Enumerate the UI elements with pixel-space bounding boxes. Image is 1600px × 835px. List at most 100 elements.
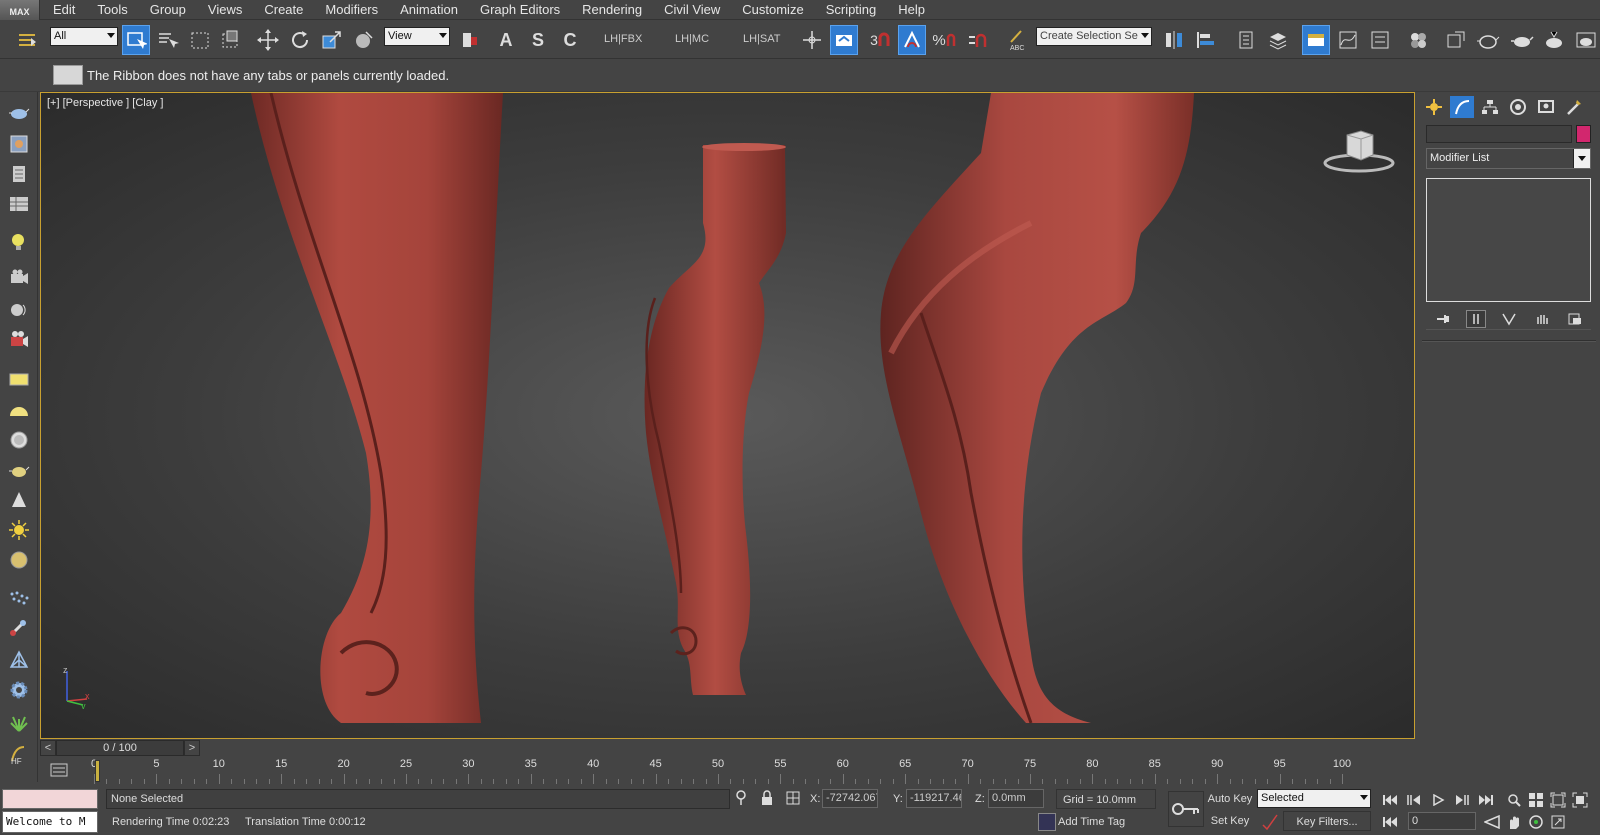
play-icon[interactable] (1428, 791, 1448, 809)
menu-modifiers[interactable]: Modifiers (314, 0, 389, 20)
chair-leg-middle[interactable] (644, 143, 786, 695)
scene-explorer-button[interactable] (1264, 25, 1292, 55)
render-setup-button[interactable] (1442, 25, 1470, 55)
scale-button[interactable] (318, 25, 346, 55)
chair-leg-left[interactable] (251, 93, 503, 723)
edit-named-selection-button[interactable]: ABC (1004, 25, 1032, 55)
maxscript-listener-output[interactable] (2, 789, 98, 809)
orbit-icon[interactable] (1526, 813, 1546, 831)
lh-mc-button[interactable]: LH|MC (675, 33, 709, 45)
menu-graph-editors[interactable]: Graph Editors (469, 0, 571, 20)
object-name-field[interactable] (1426, 125, 1572, 143)
zoom-all-icon[interactable] (1526, 791, 1546, 809)
menu-edit[interactable]: Edit (42, 0, 86, 20)
mini-curve-editor-icon[interactable] (50, 762, 68, 778)
mesh-icon[interactable] (6, 648, 32, 672)
track-ruler[interactable]: 0 5 10 15 20 25 30 35 40 45 50 55 60 65 70 75 80 85 90 95 10… (91, 758, 1414, 784)
rotate-button[interactable] (286, 25, 314, 55)
lock-selection-icon[interactable] (758, 789, 776, 807)
menu-rendering[interactable]: Rendering (571, 0, 653, 20)
sound-icon[interactable] (6, 298, 32, 322)
field-of-view-icon[interactable] (1482, 813, 1502, 831)
schematic-view-button[interactable] (1366, 25, 1394, 55)
move-button[interactable] (254, 25, 282, 55)
pan-hand-icon[interactable] (1504, 813, 1524, 831)
current-frame-field[interactable]: 0 (1408, 812, 1476, 830)
menu-create[interactable]: Create (253, 0, 314, 20)
mirror-button[interactable] (1160, 25, 1188, 55)
teapot-primitive-icon[interactable] (6, 458, 32, 482)
modifier-stack[interactable] (1426, 178, 1591, 302)
rect-region-button[interactable] (186, 25, 214, 55)
place-button[interactable] (350, 25, 378, 55)
text-button-s[interactable]: S (524, 25, 552, 55)
zoom-icon[interactable] (1504, 791, 1524, 809)
material-editor-button[interactable] (1404, 25, 1432, 55)
table-icon[interactable] (6, 192, 32, 216)
next-frame-icon[interactable] (1452, 791, 1472, 809)
teapot-tool-icon[interactable] (6, 100, 32, 124)
pivot-center-button[interactable] (456, 25, 484, 55)
key-mode-toggle-icon[interactable] (1380, 813, 1400, 831)
percent-snap-toggle[interactable]: % (930, 25, 958, 55)
box-primitive-icon[interactable] (6, 367, 32, 391)
menu-scripting[interactable]: Scripting (815, 0, 888, 20)
make-unique-icon[interactable] (1499, 310, 1519, 328)
window-crossing-button[interactable] (216, 25, 244, 55)
time-slider-handle[interactable]: 0 / 100 (56, 740, 184, 756)
display-tab-icon[interactable] (1534, 96, 1558, 118)
show-end-result-icon[interactable] (1465, 309, 1486, 328)
set-key-button[interactable]: Set Key (1206, 811, 1254, 831)
viewcube[interactable] (1323, 127, 1395, 178)
default-tangents-icon[interactable] (1261, 813, 1279, 831)
set-keys-key-icon[interactable] (1168, 791, 1204, 827)
align-button[interactable] (1192, 25, 1220, 55)
go-to-start-icon[interactable] (1380, 791, 1400, 809)
menu-tools[interactable]: Tools (86, 0, 138, 20)
angle-snap-toggle[interactable] (898, 25, 926, 55)
chair-leg-right[interactable] (880, 93, 1194, 724)
absolute-transform-icon[interactable] (784, 789, 802, 807)
select-object-button[interactable] (122, 25, 150, 55)
lh-sat-button[interactable]: LH|SAT (743, 33, 781, 45)
select-by-name-button[interactable] (154, 25, 182, 55)
bone-icon[interactable] (6, 616, 32, 640)
x-coordinate-field[interactable]: -72742.067 (822, 789, 878, 808)
go-to-end-icon[interactable] (1476, 791, 1496, 809)
rendered-frame-button[interactable] (1474, 25, 1502, 55)
gear-icon[interactable] (6, 678, 32, 702)
image-viewer-icon[interactable] (6, 132, 32, 156)
render-iterative-button[interactable] (1540, 25, 1568, 55)
text-button-c[interactable]: C (556, 25, 584, 55)
particles-icon[interactable] (6, 586, 32, 610)
object-color-swatch[interactable] (1576, 125, 1591, 143)
y-coordinate-field[interactable]: -119217.46 (906, 789, 962, 808)
light-bulb-icon[interactable] (6, 230, 32, 254)
camera-icon[interactable] (6, 266, 32, 290)
undo-redo-icon[interactable] (14, 25, 42, 55)
track-bar[interactable]: 0 5 10 15 20 25 30 35 40 45 50 55 60 65 70 75 80 85 90 95 10… (40, 758, 1415, 784)
add-time-tag-button[interactable]: Add Time Tag (1058, 816, 1125, 828)
render-camera-icon[interactable] (6, 328, 32, 352)
keyboard-shortcut-toggle[interactable] (830, 25, 858, 55)
viewport-perspective[interactable]: [+] [Perspective ] [Clay ] z x y (40, 92, 1415, 739)
auto-key-button[interactable]: Auto Key (1206, 789, 1254, 809)
previous-frame-icon[interactable] (1404, 791, 1424, 809)
zoom-extents-all-icon[interactable] (1570, 791, 1590, 809)
next-frame-button[interactable]: > (184, 740, 200, 756)
hair-fur-icon[interactable]: HF (6, 742, 32, 766)
maxscript-mini-listener[interactable]: Welcome to M (2, 811, 98, 833)
app-logo[interactable]: MAX (0, 0, 40, 20)
zoom-extents-icon[interactable] (1548, 791, 1568, 809)
playhead[interactable] (95, 760, 100, 782)
render-production-button[interactable] (1508, 25, 1536, 55)
toggle-ribbon-button[interactable] (1302, 25, 1330, 55)
globe-icon[interactable] (6, 548, 32, 572)
prev-frame-button[interactable]: < (40, 740, 56, 756)
layer-manager-button[interactable] (1232, 25, 1260, 55)
cone-icon[interactable] (6, 488, 32, 512)
curve-editor-button[interactable] (1334, 25, 1362, 55)
utilities-tab-icon[interactable] (1562, 96, 1586, 118)
render-activeshade-button[interactable] (1572, 25, 1600, 55)
time-tag-icon[interactable] (1038, 813, 1056, 831)
